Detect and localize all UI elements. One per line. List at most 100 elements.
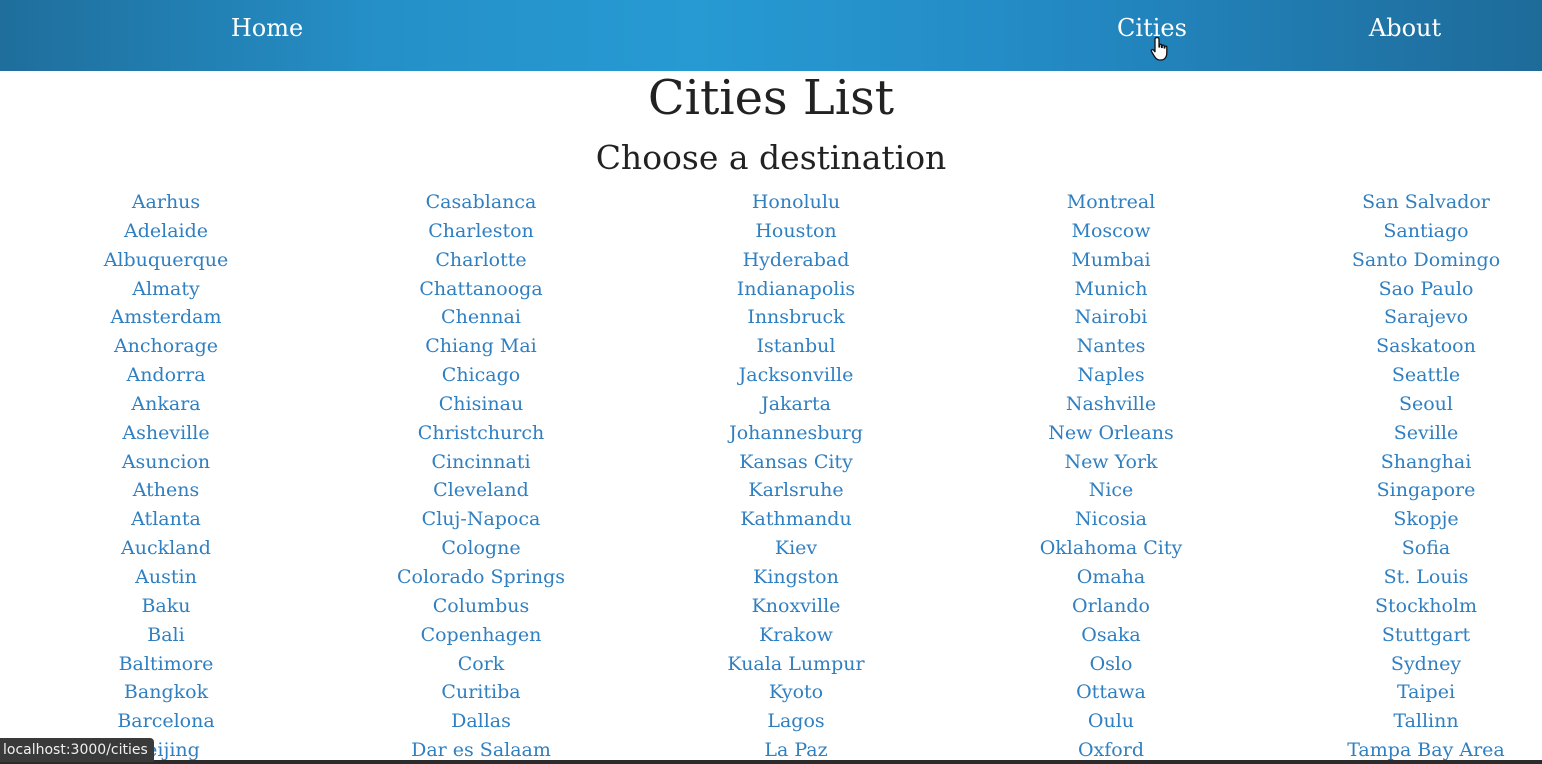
city-link[interactable]: Tallinn: [1276, 707, 1542, 736]
city-link[interactable]: Seoul: [1276, 390, 1542, 419]
city-link[interactable]: Singapore: [1276, 476, 1542, 505]
city-link[interactable]: Santiago: [1276, 217, 1542, 246]
city-link[interactable]: Nice: [961, 476, 1261, 505]
city-link[interactable]: Houston: [646, 217, 946, 246]
city-link[interactable]: Oslo: [961, 650, 1261, 679]
city-link[interactable]: Dallas: [331, 707, 631, 736]
city-link[interactable]: Kansas City: [646, 448, 946, 477]
city-link[interactable]: Ankara: [16, 390, 316, 419]
city-link[interactable]: Auckland: [16, 534, 316, 563]
city-link[interactable]: Nantes: [961, 332, 1261, 361]
city-link[interactable]: Johannesburg: [646, 419, 946, 448]
city-link[interactable]: Naples: [961, 361, 1261, 390]
city-link[interactable]: Saskatoon: [1276, 332, 1542, 361]
city-link[interactable]: Mumbai: [961, 246, 1261, 275]
city-link[interactable]: New Orleans: [961, 419, 1261, 448]
city-link[interactable]: Jakarta: [646, 390, 946, 419]
city-link[interactable]: Seville: [1276, 419, 1542, 448]
city-link[interactable]: Casablanca: [331, 188, 631, 217]
city-link[interactable]: Stuttgart: [1276, 621, 1542, 650]
city-link[interactable]: Baku: [16, 592, 316, 621]
city-link[interactable]: Kyoto: [646, 678, 946, 707]
city-link[interactable]: Chiang Mai: [331, 332, 631, 361]
city-link[interactable]: Orlando: [961, 592, 1261, 621]
city-link[interactable]: Kuala Lumpur: [646, 650, 946, 679]
city-link[interactable]: Copenhagen: [331, 621, 631, 650]
city-link[interactable]: Kathmandu: [646, 505, 946, 534]
city-link[interactable]: Chisinau: [331, 390, 631, 419]
city-link[interactable]: Adelaide: [16, 217, 316, 246]
city-link[interactable]: Innsbruck: [646, 303, 946, 332]
city-link[interactable]: Almaty: [16, 275, 316, 304]
city-link[interactable]: Karlsruhe: [646, 476, 946, 505]
city-link[interactable]: Barcelona: [16, 707, 316, 736]
city-list-item: Almaty: [16, 275, 316, 304]
city-link[interactable]: Sao Paulo: [1276, 275, 1542, 304]
city-link[interactable]: Munich: [961, 275, 1261, 304]
city-link[interactable]: Ottawa: [961, 678, 1261, 707]
city-link[interactable]: Bali: [16, 621, 316, 650]
city-link[interactable]: Sofia: [1276, 534, 1542, 563]
city-list-item: Chicago: [331, 361, 631, 390]
city-link[interactable]: Athens: [16, 476, 316, 505]
city-link[interactable]: Krakow: [646, 621, 946, 650]
city-link[interactable]: Baltimore: [16, 650, 316, 679]
city-link[interactable]: Nicosia: [961, 505, 1261, 534]
city-link[interactable]: Knoxville: [646, 592, 946, 621]
city-link[interactable]: Sarajevo: [1276, 303, 1542, 332]
city-link[interactable]: Andorra: [16, 361, 316, 390]
city-link[interactable]: Curitiba: [331, 678, 631, 707]
city-link[interactable]: Kingston: [646, 563, 946, 592]
city-link[interactable]: Charlotte: [331, 246, 631, 275]
city-link[interactable]: Istanbul: [646, 332, 946, 361]
city-link[interactable]: Kiev: [646, 534, 946, 563]
city-link[interactable]: Cluj-Napoca: [331, 505, 631, 534]
city-link[interactable]: Anchorage: [16, 332, 316, 361]
city-link[interactable]: Lagos: [646, 707, 946, 736]
city-link[interactable]: Austin: [16, 563, 316, 592]
city-link[interactable]: Atlanta: [16, 505, 316, 534]
city-link[interactable]: Asheville: [16, 419, 316, 448]
city-link[interactable]: Cologne: [331, 534, 631, 563]
city-link[interactable]: Shanghai: [1276, 448, 1542, 477]
city-link[interactable]: Cincinnati: [331, 448, 631, 477]
city-link[interactable]: Oulu: [961, 707, 1261, 736]
city-link[interactable]: Amsterdam: [16, 303, 316, 332]
city-link[interactable]: Moscow: [961, 217, 1261, 246]
city-link[interactable]: Taipei: [1276, 678, 1542, 707]
city-link[interactable]: Chennai: [331, 303, 631, 332]
city-link[interactable]: Colorado Springs: [331, 563, 631, 592]
city-link[interactable]: Asuncion: [16, 448, 316, 477]
city-link[interactable]: Hyderabad: [646, 246, 946, 275]
city-link[interactable]: Sydney: [1276, 650, 1542, 679]
nav-home-link[interactable]: Home: [231, 14, 303, 42]
city-list-item: Charleston: [331, 217, 631, 246]
nav-about-link[interactable]: About: [1369, 14, 1441, 42]
city-link[interactable]: St. Louis: [1276, 563, 1542, 592]
city-link[interactable]: Stockholm: [1276, 592, 1542, 621]
city-link[interactable]: Bangkok: [16, 678, 316, 707]
city-link[interactable]: Skopje: [1276, 505, 1542, 534]
city-link[interactable]: Honolulu: [646, 188, 946, 217]
city-link[interactable]: Montreal: [961, 188, 1261, 217]
city-link[interactable]: Columbus: [331, 592, 631, 621]
city-link[interactable]: Chicago: [331, 361, 631, 390]
city-link[interactable]: Chattanooga: [331, 275, 631, 304]
city-link[interactable]: Oklahoma City: [961, 534, 1261, 563]
city-link[interactable]: Indianapolis: [646, 275, 946, 304]
city-link[interactable]: San Salvador: [1276, 188, 1542, 217]
city-link[interactable]: Aarhus: [16, 188, 316, 217]
city-link[interactable]: Nashville: [961, 390, 1261, 419]
city-link[interactable]: Charleston: [331, 217, 631, 246]
city-link[interactable]: Cork: [331, 650, 631, 679]
city-link[interactable]: Christchurch: [331, 419, 631, 448]
city-link[interactable]: New York: [961, 448, 1261, 477]
city-link[interactable]: Jacksonville: [646, 361, 946, 390]
city-link[interactable]: Nairobi: [961, 303, 1261, 332]
city-link[interactable]: Seattle: [1276, 361, 1542, 390]
city-link[interactable]: Santo Domingo: [1276, 246, 1542, 275]
city-link[interactable]: Cleveland: [331, 476, 631, 505]
city-link[interactable]: Omaha: [961, 563, 1261, 592]
city-link[interactable]: Albuquerque: [16, 246, 316, 275]
city-link[interactable]: Osaka: [961, 621, 1261, 650]
